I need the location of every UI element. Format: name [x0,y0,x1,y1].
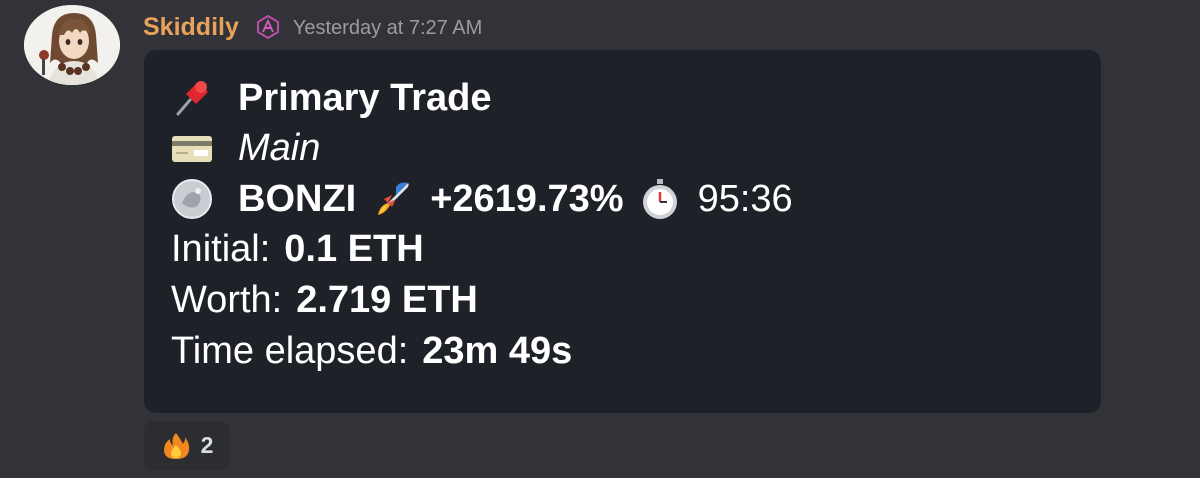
username[interactable]: Skiddily [143,13,239,42]
trade-title-line: Primary Trade [170,76,491,120]
token-symbol: BONZI [238,178,357,220]
rocket-icon [370,177,414,221]
trade-timer: 95:36 [697,178,793,220]
profit-percentage: +2619.73% [430,178,624,220]
coin-icon [170,177,214,221]
anime-character-avatar-icon [24,5,120,85]
initial-line: Initial: 0.1 ETH [171,227,424,271]
pushpin-icon [170,76,214,120]
elapsed-value: 23m 49s [422,330,573,372]
stopwatch-icon [638,177,682,221]
message-timestamp: Yesterday at 7:27 AM [292,17,483,39]
credit-card-icon [170,126,214,170]
worth-label: Worth: [171,279,283,321]
worth-line: Worth: 2.719 ETH [171,278,478,322]
worth-value: 2.719 ETH [296,279,478,321]
elapsed-line: Time elapsed: 23m 49s [171,329,572,373]
trade-card: Primary Trade Main BONZI +2619.73% 95:36… [144,50,1101,413]
initial-label: Initial: [171,228,271,270]
account-name: Main [238,127,321,169]
reaction-count: 2 [200,432,214,458]
fire-icon [161,431,191,461]
reaction-fire[interactable]: 2 [144,421,230,470]
account-line: Main [170,126,320,170]
initial-value: 0.1 ETH [284,228,424,270]
avatar[interactable] [24,5,120,85]
gem-role-icon[interactable] [255,14,281,40]
token-line: BONZI +2619.73% 95:36 [170,177,793,221]
elapsed-label: Time elapsed: [171,330,409,372]
trade-title: Primary Trade [238,77,492,119]
chat-message: Skiddily Yesterday at 7:27 AM Primary Tr… [0,0,1200,478]
message-header: Skiddily Yesterday at 7:27 AM [143,10,482,44]
